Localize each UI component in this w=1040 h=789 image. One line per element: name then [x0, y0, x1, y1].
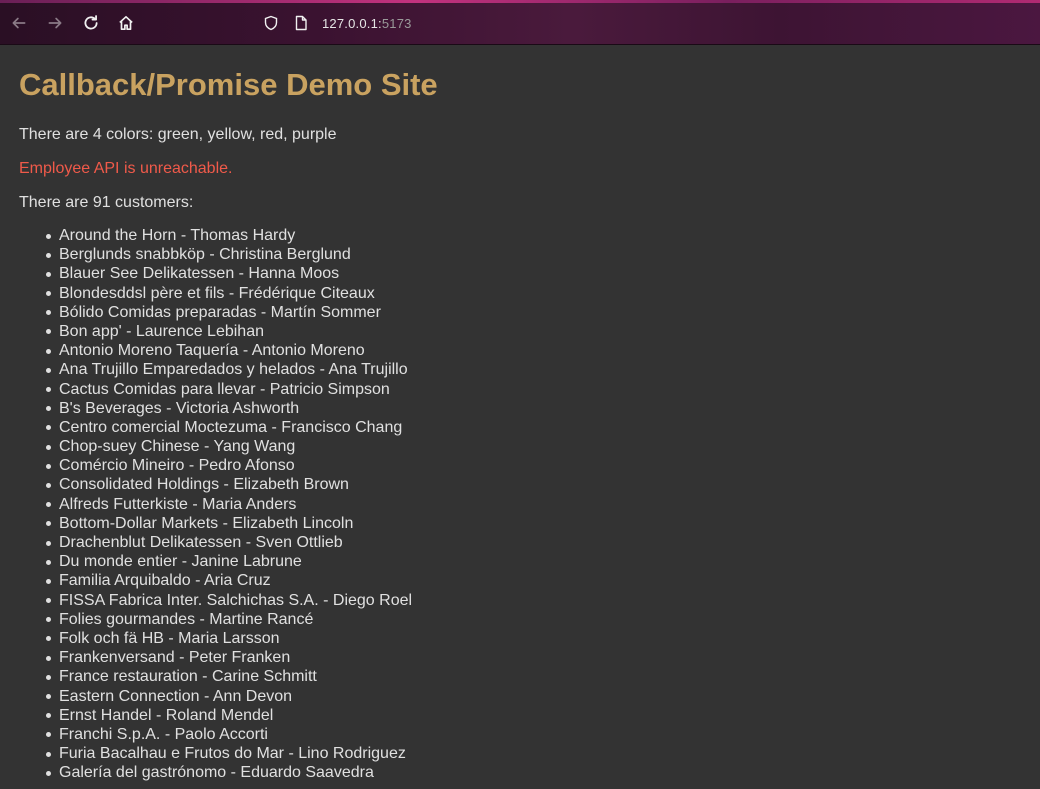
reload-button[interactable]	[80, 12, 102, 34]
customer-list-item: Blondesddsl père et fils - Frédérique Ci…	[45, 284, 412, 303]
back-button[interactable]	[8, 12, 30, 34]
forward-button[interactable]	[44, 12, 66, 34]
url-port: 5173	[381, 15, 412, 31]
customer-list-item: Consolidated Holdings - Elizabeth Brown	[45, 475, 412, 494]
reload-icon	[84, 15, 98, 30]
customer-list-item: Furia Bacalhau e Frutos do Mar - Lino Ro…	[45, 744, 412, 763]
customer-list-item: Berglunds snabbköp - Christina Berglund	[45, 245, 412, 264]
customer-list-item: Eastern Connection - Ann Devon	[45, 687, 412, 706]
customer-list-item: Ernst Handel - Roland Mendel	[45, 706, 412, 725]
address-bar[interactable]: 127.0.0.1:5173	[262, 10, 762, 36]
customer-list-item: Centro comercial Moctezuma - Francisco C…	[45, 418, 412, 437]
customer-list-item: FISSA Fabrica Inter. Salchichas S.A. - D…	[45, 591, 413, 609]
customer-list-item: Folk och fä HB - Maria Larsson	[45, 629, 412, 648]
customer-list-item: Familia Arquibaldo - Aria Cruz	[45, 571, 412, 590]
customer-list-item: France restauration - Carine Schmitt	[45, 667, 412, 686]
customer-list-item: Ana Trujillo Emparedados y helados - Ana…	[45, 360, 412, 379]
customer-list-item: Blauer See Delikatessen - Hanna Moos	[45, 264, 412, 283]
customer-list-item: Du monde entier - Janine Labrune	[45, 552, 412, 571]
page-content: Callback/Promise Demo Site There are 4 c…	[0, 67, 1040, 781]
customers-count-text: There are 91 customers:	[19, 194, 194, 211]
customer-list-item: Bon app' - Laurence Lebihan	[45, 322, 412, 341]
customer-list-item: Comércio Mineiro - Pedro Afonso	[45, 456, 412, 475]
url-host: 127.0.0.1:	[322, 15, 382, 31]
page-icon[interactable]	[292, 14, 310, 32]
customer-list-item: Frankenversand - Peter Franken	[45, 648, 412, 667]
customer-list-item: Around the Horn - Thomas Hardy	[45, 226, 412, 245]
customer-list-item: Cactus Comidas para llevar - Patricio Si…	[45, 380, 412, 399]
page-title: Callback/Promise Demo Site	[19, 67, 438, 102]
customer-list-item: B's Beverages - Victoria Ashworth	[45, 399, 412, 418]
customer-list-item: Alfreds Futterkiste - Maria Anders	[45, 495, 412, 514]
home-icon	[119, 15, 133, 31]
browser-toolbar: 127.0.0.1:5173	[0, 0, 1040, 45]
customer-list-item: Chop-suey Chinese - Yang Wang	[45, 437, 412, 456]
url-text[interactable]: 127.0.0.1:5173	[322, 16, 412, 31]
customer-list-item: Bottom-Dollar Markets - Elizabeth Lincol…	[45, 514, 412, 533]
arrow-left-icon	[12, 17, 26, 29]
arrow-right-icon	[48, 17, 62, 29]
customer-list: Around the Horn - Thomas Hardy Berglunds …	[19, 226, 412, 782]
home-button[interactable]	[115, 12, 137, 34]
customer-list-item: Drachenblut Delikatessen - Sven Ottlieb	[45, 533, 412, 552]
customer-list-item: Folies gourmandes - Martine Rancé	[45, 610, 412, 629]
customer-list-item: Galería del gastrónomo - Eduardo Saavedr…	[45, 763, 412, 782]
colors-text: There are 4 colors: green, yellow, red, …	[19, 126, 337, 143]
customer-list-item: Franchi S.p.A. - Paolo Accorti	[45, 725, 412, 744]
customer-list-item: Bólido Comidas preparadas - Martín Somme…	[45, 303, 412, 322]
employee-error: Employee API is unreachable.	[19, 160, 233, 177]
customer-list-item: Antonio Moreno Taquería - Antonio Moreno	[45, 341, 412, 360]
shield-icon[interactable]	[262, 14, 280, 32]
